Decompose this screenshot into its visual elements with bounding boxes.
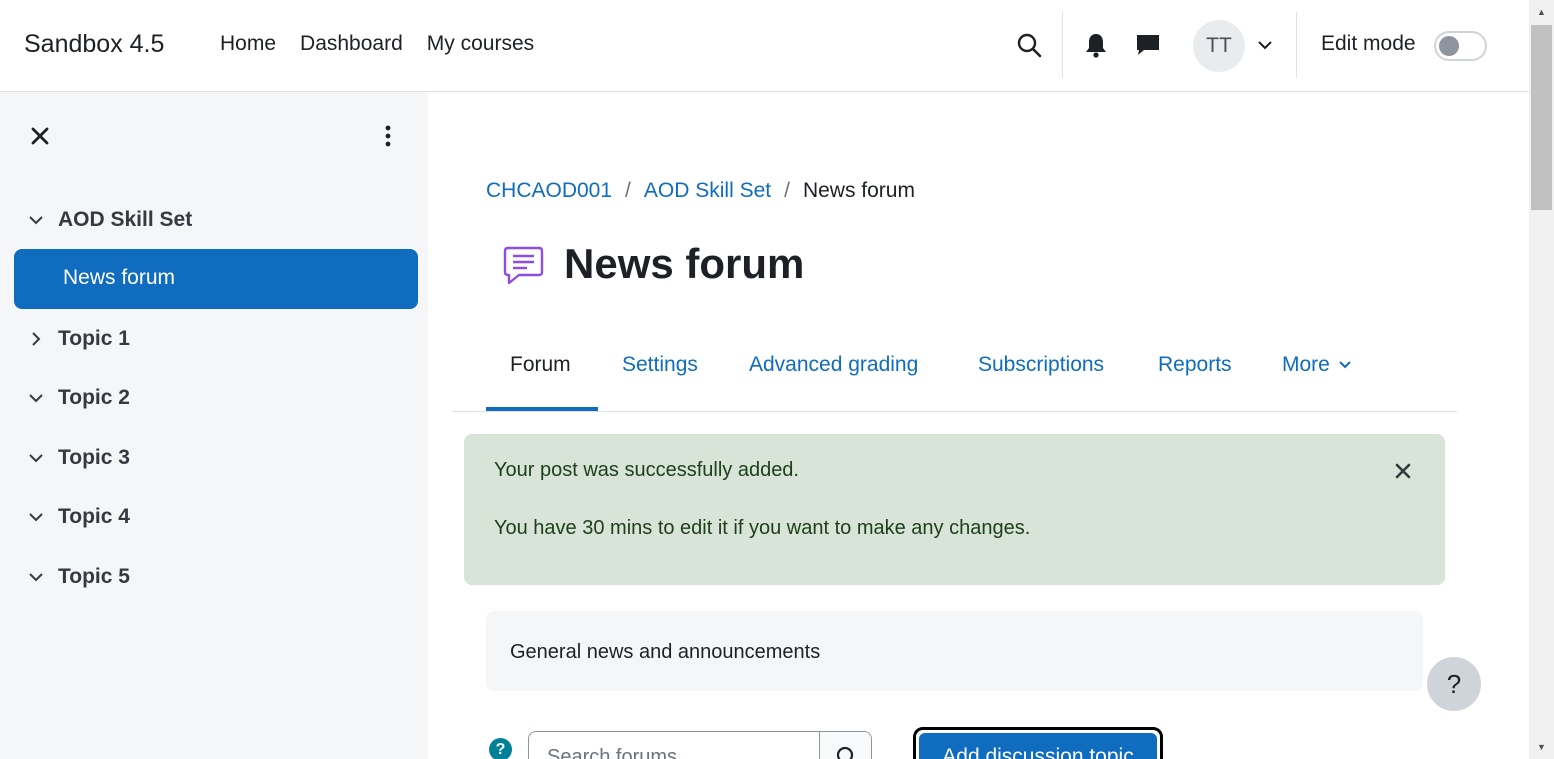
tab-subscriptions[interactable]: Subscriptions (978, 353, 1104, 377)
tab-more-label: More (1282, 353, 1330, 376)
nav-home-link[interactable]: Home (208, 32, 288, 56)
edit-mode-label: Edit mode (1321, 32, 1416, 55)
breadcrumb: CHCAOD001 / AOD Skill Set / News forum (486, 179, 915, 203)
chevron-down-icon[interactable] (24, 446, 48, 470)
breadcrumb-section-link[interactable]: AOD Skill Set (644, 179, 771, 203)
kebab-menu-icon[interactable] (376, 122, 400, 150)
close-drawer-icon[interactable] (26, 122, 54, 150)
navbar-divider (1296, 12, 1297, 78)
search-submit-button[interactable] (819, 732, 871, 759)
chevron-down-icon[interactable] (1254, 34, 1276, 56)
forum-description-text: General news and announcements (510, 641, 821, 663)
drawer-section-label: Topic 1 (58, 327, 130, 350)
breadcrumb-course-link[interactable]: CHCAOD001 (486, 179, 612, 203)
search-icon[interactable] (1012, 28, 1046, 62)
breadcrumb-separator: / (625, 179, 631, 202)
toggle-knob (1439, 36, 1459, 56)
secondary-navigation-tabs: Forum Settings Advanced grading Subscrip… (452, 320, 1457, 412)
tab-reports[interactable]: Reports (1158, 353, 1232, 377)
search-icon (836, 746, 853, 759)
tab-more[interactable]: More (1282, 353, 1351, 377)
success-alert: Your post was successfully added. You ha… (464, 434, 1445, 585)
search-forums-input[interactable] (529, 732, 819, 759)
chevron-down-icon[interactable] (24, 208, 48, 232)
search-help-icon[interactable]: ? (489, 738, 512, 759)
tab-forum[interactable]: Forum (510, 353, 571, 377)
chevron-down-icon[interactable] (24, 386, 48, 410)
scroll-up-arrow-icon[interactable]: ▲ (1529, 3, 1554, 21)
add-discussion-focus-ring: Add discussion topic (913, 727, 1163, 759)
drawer-section-topic-2[interactable]: Topic 2 (24, 386, 130, 410)
nav-my-courses-link[interactable]: My courses (415, 32, 546, 56)
navbar-divider (1062, 12, 1063, 78)
alert-message-detail: You have 30 mins to edit it if you want … (494, 517, 1031, 539)
chevron-down-icon (1338, 361, 1351, 369)
user-avatar[interactable]: TT (1193, 20, 1245, 72)
notifications-bell-icon[interactable] (1080, 28, 1112, 62)
drawer-section-label: Topic 3 (58, 446, 130, 469)
nav-dashboard-link[interactable]: Dashboard (288, 32, 415, 56)
page-scrollbar[interactable]: ▲ ▼ (1529, 0, 1554, 759)
page-title: News forum (564, 240, 805, 287)
active-tab-indicator (486, 407, 598, 411)
help-button[interactable]: ? (1427, 657, 1481, 711)
search-forums-box (528, 731, 872, 759)
forum-icon (501, 244, 545, 286)
drawer-section-topic-3[interactable]: Topic 3 (24, 446, 130, 470)
alert-message: Your post was successfully added. (494, 459, 799, 481)
drawer-section-topic-4[interactable]: Topic 4 (24, 505, 130, 529)
tab-advanced-grading[interactable]: Advanced grading (749, 353, 918, 377)
breadcrumb-separator: / (784, 179, 790, 202)
drawer-section-aod-skill-set[interactable]: AOD Skill Set (24, 208, 192, 232)
course-index-drawer: AOD Skill Set News forum Topic 1 Topic 2… (0, 92, 428, 759)
drawer-section-label: Topic 4 (58, 505, 130, 528)
add-discussion-topic-button[interactable]: Add discussion topic (919, 733, 1157, 759)
drawer-section-topic-5[interactable]: Topic 5 (24, 565, 130, 589)
top-navbar: Sandbox 4.5 Home Dashboard My courses TT… (0, 0, 1529, 92)
drawer-section-label: AOD Skill Set (58, 208, 193, 231)
drawer-section-label: Topic 2 (58, 386, 130, 409)
breadcrumb-current: News forum (802, 179, 915, 202)
chevron-down-icon[interactable] (24, 505, 48, 529)
scroll-down-arrow-icon[interactable]: ▼ (1529, 738, 1554, 756)
site-brand[interactable]: Sandbox 4.5 (24, 30, 164, 59)
chevron-down-icon[interactable] (24, 565, 48, 589)
primary-navigation: Home Dashboard My courses (208, 32, 546, 56)
scrollbar-thumb[interactable] (1531, 25, 1552, 210)
drawer-section-topic-1[interactable]: Topic 1 (24, 327, 130, 351)
tab-settings[interactable]: Settings (622, 353, 698, 377)
chevron-right-icon[interactable] (24, 327, 48, 351)
forum-description: General news and announcements (486, 611, 1423, 691)
drawer-item-news-forum[interactable]: News forum (14, 249, 418, 309)
drawer-section-label: Topic 5 (58, 565, 130, 588)
edit-mode-toggle[interactable] (1434, 31, 1487, 61)
close-icon[interactable] (1392, 460, 1414, 482)
messages-icon[interactable] (1132, 28, 1164, 62)
